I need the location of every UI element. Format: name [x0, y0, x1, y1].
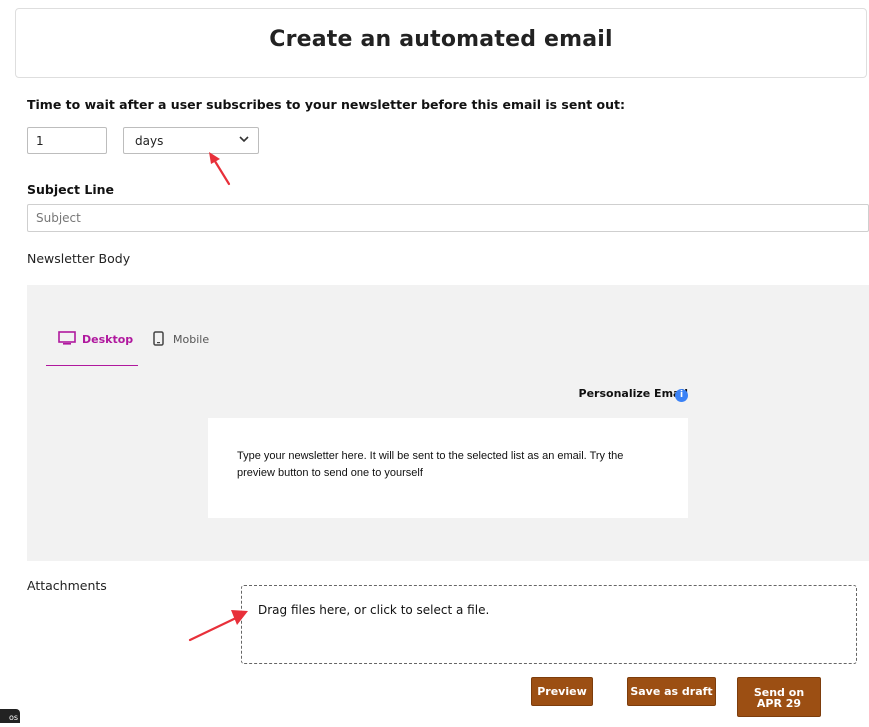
- personalize-email-label[interactable]: Personalize Email: [579, 387, 688, 400]
- info-icon[interactable]: i: [675, 389, 688, 402]
- dropzone-text: Drag files here, or click to select a fi…: [258, 603, 490, 617]
- editor-panel: Desktop Mobile Personalize Email i Type …: [27, 285, 869, 561]
- chevron-down-icon: [238, 132, 250, 149]
- editor-text: Type your newsletter here. It will be se…: [237, 450, 624, 479]
- attachments-label: Attachments: [27, 578, 107, 593]
- send-on-date: APR 29: [756, 697, 802, 710]
- attachments-dropzone[interactable]: Drag files here, or click to select a fi…: [241, 585, 857, 664]
- save-draft-button[interactable]: Save as draft: [627, 677, 716, 706]
- desktop-icon: [58, 331, 76, 348]
- newsletter-body-label: Newsletter Body: [27, 251, 131, 266]
- header-card: Create an automated email: [15, 8, 867, 78]
- annotation-arrow-icon: [188, 610, 248, 642]
- wait-unit-value: days: [135, 134, 164, 148]
- preview-button[interactable]: Preview: [531, 677, 593, 706]
- tab-mobile[interactable]: Mobile: [151, 329, 221, 365]
- subject-input[interactable]: [27, 204, 869, 232]
- subject-line-label: Subject Line: [27, 182, 114, 197]
- newsletter-editor[interactable]: Type your newsletter here. It will be se…: [208, 418, 688, 518]
- tab-mobile-label: Mobile: [173, 333, 210, 346]
- page-title: Create an automated email: [269, 27, 613, 52]
- tab-desktop-label: Desktop: [82, 333, 134, 346]
- annotation-arrow-icon: [209, 152, 231, 186]
- wait-time-label: Time to wait after a user subscribes to …: [27, 97, 626, 112]
- send-on-button[interactable]: Send on APR 29: [737, 677, 821, 717]
- wait-amount-input[interactable]: [27, 127, 107, 154]
- tab-desktop[interactable]: Desktop: [46, 329, 138, 366]
- mobile-icon: [153, 331, 164, 349]
- corner-badge: os: [0, 709, 20, 723]
